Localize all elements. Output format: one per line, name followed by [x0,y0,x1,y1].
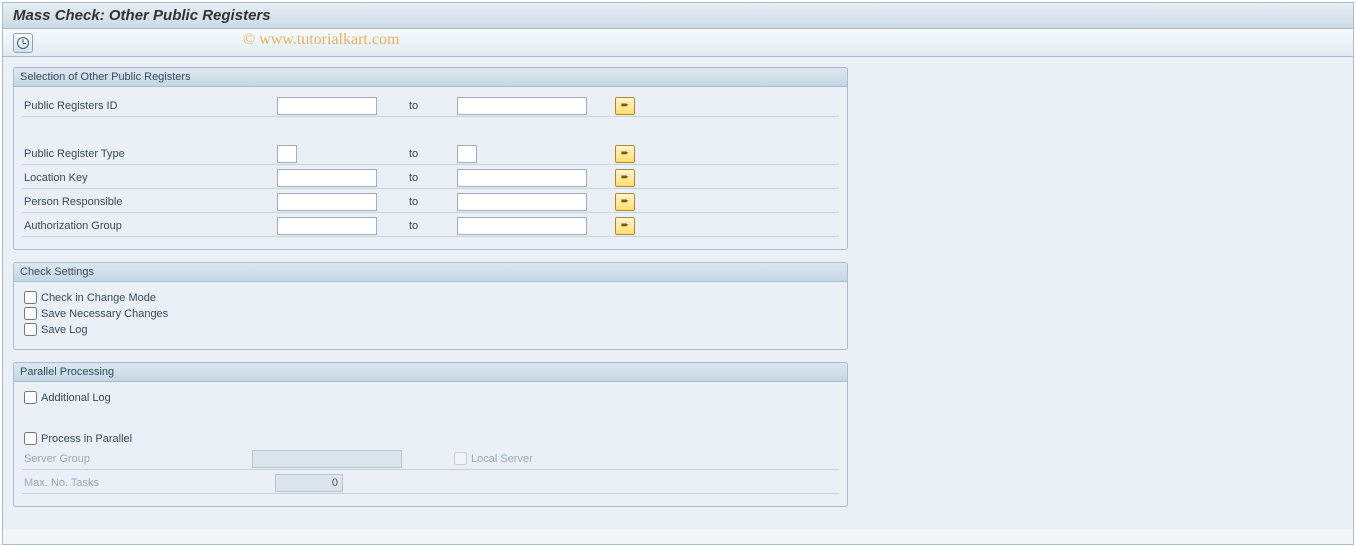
input-authorization-group-to[interactable] [457,217,587,235]
arrow-right-icon: ➨ [621,149,629,159]
arrow-right-icon: ➨ [621,197,629,207]
row-check-change-mode: Check in Change Mode [22,291,839,304]
group-parallel-header: Parallel Processing [14,363,847,382]
group-selection: Selection of Other Public Registers Publ… [13,67,848,250]
input-person-responsible-from[interactable] [277,193,377,211]
label-save-changes: Save Necessary Changes [41,308,168,320]
app-container: Mass Check: Other Public Registers © www… [2,2,1354,545]
to-label-3: to [397,172,457,184]
group-selection-header: Selection of Other Public Registers [14,68,847,87]
row-additional-log: Additional Log [22,391,839,404]
clock-icon [17,37,29,49]
to-label-2: to [397,148,457,160]
input-max-tasks [275,474,343,492]
spacer-row-2 [22,407,839,429]
page-title: Mass Check: Other Public Registers [13,7,271,24]
to-label-5: to [397,220,457,232]
label-local-server: Local Server [471,453,533,465]
watermark-text: © www.tutorialkart.com [243,31,399,49]
row-public-registers-id: Public Registers ID to ➨ [22,95,839,117]
label-save-log: Save Log [41,324,87,336]
checkbox-additional-log[interactable] [24,391,37,404]
checkbox-process-parallel[interactable] [24,432,37,445]
row-save-log: Save Log [22,323,839,336]
group-check-settings: Check Settings Check in Change Mode Save… [13,262,848,350]
input-server-group [252,450,402,468]
label-public-registers-id: Public Registers ID [22,100,277,112]
label-max-tasks: Max. No. Tasks [22,477,275,489]
label-process-parallel: Process in Parallel [41,433,132,445]
multi-select-person-responsible[interactable]: ➨ [615,193,635,211]
row-process-parallel: Process in Parallel [22,432,839,445]
multi-select-public-registers-id[interactable]: ➨ [615,97,635,115]
checkbox-save-log[interactable] [24,323,37,336]
arrow-right-icon: ➨ [621,221,629,231]
input-person-responsible-to[interactable] [457,193,587,211]
arrow-right-icon: ➨ [621,173,629,183]
group-check-settings-header: Check Settings [14,263,847,282]
label-server-group: Server Group [22,453,252,465]
group-check-settings-body: Check in Change Mode Save Necessary Chan… [14,282,847,349]
multi-select-public-register-type[interactable]: ➨ [615,145,635,163]
row-person-responsible: Person Responsible to ➨ [22,191,839,213]
spacer-row [22,119,839,141]
input-public-register-type-to[interactable] [457,145,477,163]
label-location-key: Location Key [22,172,277,184]
row-max-tasks: Max. No. Tasks [22,472,839,494]
arrow-right-icon: ➨ [621,101,629,111]
to-label-1: to [397,100,457,112]
multi-select-location-key[interactable]: ➨ [615,169,635,187]
toolbar: © www.tutorialkart.com [3,29,1353,57]
label-check-change-mode: Check in Change Mode [41,292,156,304]
row-public-register-type: Public Register Type to ➨ [22,143,839,165]
label-additional-log: Additional Log [41,392,111,404]
label-authorization-group: Authorization Group [22,220,277,232]
content-area: Selection of Other Public Registers Publ… [3,57,1353,529]
input-public-register-type-from[interactable] [277,145,297,163]
group-parallel: Parallel Processing Additional Log Proce… [13,362,848,507]
group-selection-body: Public Registers ID to ➨ Public Register… [14,87,847,249]
row-location-key: Location Key to ➨ [22,167,839,189]
checkbox-save-changes[interactable] [24,307,37,320]
row-local-server: Local Server [452,452,533,465]
input-public-registers-id-from[interactable] [277,97,377,115]
to-label-4: to [397,196,457,208]
input-authorization-group-from[interactable] [277,217,377,235]
group-parallel-body: Additional Log Process in Parallel Serve… [14,382,847,506]
checkbox-check-change-mode[interactable] [24,291,37,304]
checkbox-local-server [454,452,467,465]
input-location-key-from[interactable] [277,169,377,187]
input-location-key-to[interactable] [457,169,587,187]
row-authorization-group: Authorization Group to ➨ [22,215,839,237]
multi-select-authorization-group[interactable]: ➨ [615,217,635,235]
input-public-registers-id-to[interactable] [457,97,587,115]
title-bar: Mass Check: Other Public Registers [3,3,1353,29]
row-server-group: Server Group Local Server [22,448,839,470]
label-public-register-type: Public Register Type [22,148,277,160]
row-save-changes: Save Necessary Changes [22,307,839,320]
execute-button[interactable] [13,33,33,53]
label-person-responsible: Person Responsible [22,196,277,208]
